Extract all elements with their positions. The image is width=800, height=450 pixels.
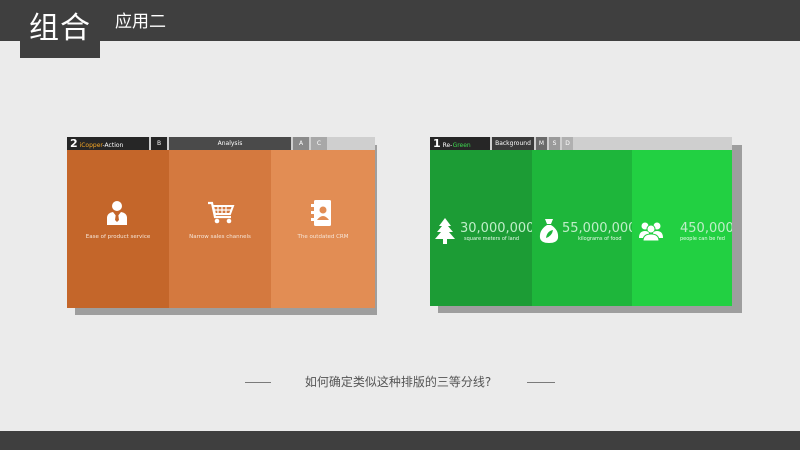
tab-d[interactable]: D [562,137,573,150]
panel-1-caption: Ease of product service [85,234,151,240]
tab-a[interactable]: A [293,137,309,150]
slide-number: 2 [70,137,78,150]
panel-3: 450,000 people can be fed [632,150,732,306]
shopping-cart-icon [208,201,235,224]
sack-icon [539,219,559,243]
brand-part-a: Re- [442,142,453,149]
tab-b[interactable]: B [151,137,167,150]
stat-1-caption: square meters of land [464,236,520,242]
footer-bar [0,431,800,450]
page-title: 组合 [20,0,100,58]
panel-3-caption: The outdated CRM [297,234,349,240]
slide-number: 1 [433,137,441,150]
businessman-icon [107,201,127,225]
tab-brand[interactable]: 2 iCopper-Action [67,137,149,150]
tab-brand[interactable]: 1 Re-Green [430,137,490,150]
tab-strip: 1 Re-Green Background M S D [430,137,732,150]
footer-question: 如何确定类似这种排版的三等分线? [304,375,492,389]
page-subtitle: 应用二 [115,12,166,32]
panel-2: Narrow sales channels [169,150,271,308]
orange-slide-card: 2 iCopper-Action B Analysis A C Ease of … [67,137,377,317]
tab-background[interactable]: Background [492,137,534,150]
green-slide-card: 1 Re-Green Background M S D 30,000,000 s… [430,137,742,315]
tab-s[interactable]: S [549,137,560,150]
panel-3: The outdated CRM [271,150,375,308]
panel-1: Ease of product service [67,150,169,308]
address-book-icon [311,200,331,226]
panel-1: 30,000,000 square meters of land [430,150,532,306]
tree-icon [435,218,455,244]
stat-3-number: 450,000 [680,221,732,236]
people-icon [639,222,663,242]
brand-part-b: Action [104,142,124,149]
stat-3-caption: people can be fed [680,236,725,242]
panel-2: 55,000,000 kilograms of food [532,150,632,306]
brand-part-b: Green [452,142,471,149]
brand-part-a: iCopper [79,142,103,149]
panel-2-caption: Narrow sales channels [189,234,251,240]
footer-line-left [245,382,271,383]
footer-line-right [527,382,555,383]
tab-m[interactable]: M [536,137,547,150]
tab-c[interactable]: C [311,137,327,150]
stat-1-number: 30,000,000 [460,221,532,236]
tab-strip: 2 iCopper-Action B Analysis A C [67,137,375,150]
stat-2-caption: kilograms of food [578,236,622,242]
tab-analysis[interactable]: Analysis [169,137,291,150]
stat-2-number: 55,000,000 [562,221,632,236]
